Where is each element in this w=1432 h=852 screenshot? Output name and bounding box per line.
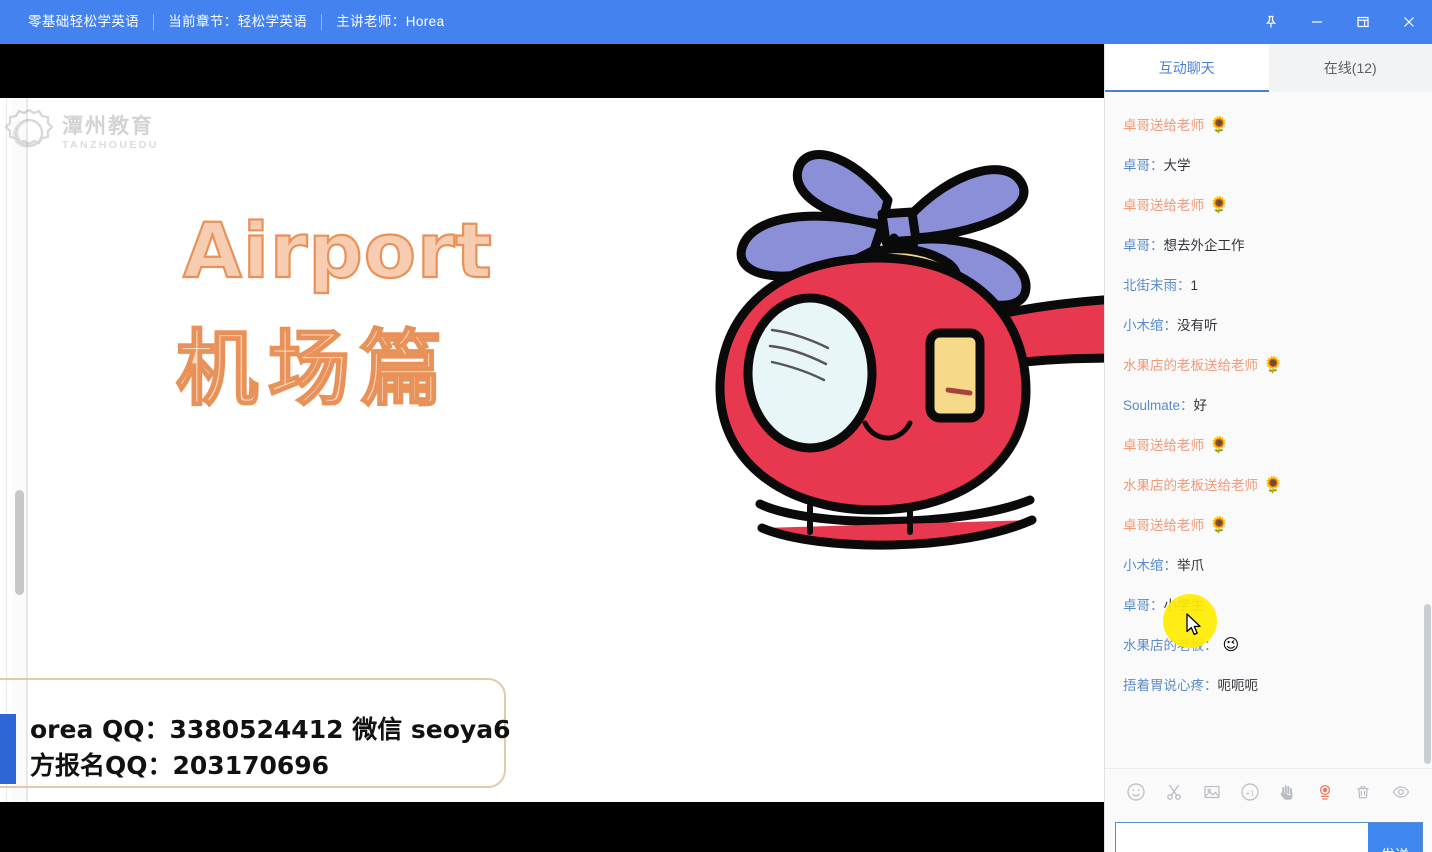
chat-message-emoji: 🌻 — [1263, 477, 1283, 494]
chat-message-text: 送给老师 — [1150, 197, 1204, 213]
trash-icon[interactable] — [1350, 779, 1376, 805]
pin-icon[interactable] — [1248, 0, 1294, 44]
chat-message: 卓哥 送给老师 🌻 — [1105, 426, 1432, 466]
chat-toolbar: +1 — [1105, 768, 1432, 814]
chat-message-text: 好 — [1193, 397, 1208, 413]
maximize-icon[interactable] — [1340, 0, 1386, 44]
slide-info-line-2: 方报名QQ：203170696 — [30, 751, 330, 780]
chat-message-emoji: 🌻 — [1263, 357, 1283, 374]
chat-message: 卓哥 送给老师 🌻 — [1105, 106, 1432, 146]
chat-message-sender[interactable]: 卓哥 — [1123, 197, 1150, 215]
chat-panel: 互动聊天 在线(12) 卓哥 送给老师 🌻 卓哥： 大学 卓哥 送给老师 🌻 卓哥： 想去外企… — [1104, 44, 1432, 852]
chat-message: 卓哥 送给老师 🌻 — [1105, 506, 1432, 546]
live-classroom-window: 零基础轻松学英语 当前章节：轻松学英语 主讲老师：Horea 潭州教育 TANZ… — [0, 0, 1432, 852]
chat-message-emoji: 🌻 — [1209, 437, 1229, 454]
chat-message: 卓哥 送给老师 🌻 — [1105, 186, 1432, 226]
chat-message: 水果店的老板 送给老师 🌻 — [1105, 466, 1432, 506]
plus-one-icon[interactable]: +1 — [1237, 779, 1263, 805]
chat-message: 小木绾： 举爪 — [1105, 546, 1432, 586]
slide-title-chinese: 机场篇 — [175, 323, 453, 416]
chat-message-text: 大学 — [1163, 157, 1191, 173]
slide-info-line-1: orea QQ：3380524412 微信 seoya6 — [30, 715, 511, 744]
chat-message-sender[interactable]: 捂着胃说心疼： — [1123, 677, 1218, 695]
title-bar: 零基础轻松学英语 当前章节：轻松学英语 主讲老师：Horea — [0, 0, 1432, 44]
chat-message-text: 呃呃呃 — [1217, 677, 1259, 693]
helicopter-illustration — [660, 108, 1104, 568]
chat-message-sender[interactable]: 北街末雨： — [1123, 277, 1191, 295]
scissors-icon[interactable] — [1161, 779, 1187, 805]
chat-message: 水果店的老板 送给老师 🌻 — [1105, 346, 1432, 386]
chat-message-text: 1 — [1190, 277, 1199, 293]
raise-hand-icon[interactable] — [1274, 779, 1300, 805]
chat-message-emoji: 🌻 — [1209, 197, 1229, 214]
tab-online-users[interactable]: 在线(12) — [1269, 44, 1432, 92]
chat-message-sender[interactable]: 卓哥 — [1123, 517, 1150, 535]
current-chapter: 当前章节：轻松学英语 — [168, 14, 308, 29]
chat-message: 小木绾： 没有听 — [1105, 306, 1432, 346]
chat-message-sender[interactable]: 小木绾： — [1123, 317, 1177, 335]
gift-icon[interactable] — [1312, 779, 1338, 805]
chat-message-text: 送给老师 — [1150, 117, 1204, 133]
chat-message-sender[interactable]: 水果店的老板： — [1123, 637, 1218, 655]
watermark-text: 潭州教育 TANZHOUEDU — [62, 116, 159, 151]
chat-message: Soulmate：好 — [1105, 386, 1432, 426]
image-icon[interactable] — [1199, 779, 1225, 805]
video-stage[interactable]: 潭州教育 TANZHOUEDU Airport 机场篇 orea QQ：3380… — [0, 44, 1104, 852]
slide-info-accent — [0, 714, 16, 784]
chat-input-container: 发送 — [1115, 822, 1423, 852]
title-bar-info: 零基础轻松学英语 当前章节：轻松学英语 主讲老师：Horea — [0, 0, 458, 44]
teacher-name: 主讲老师：Horea — [336, 14, 445, 29]
chat-message-sender[interactable]: 卓哥 — [1123, 437, 1150, 455]
chat-message-sender[interactable]: 卓哥： — [1123, 157, 1164, 175]
chat-tabs: 互动聊天 在线(12) — [1105, 44, 1432, 92]
slide-scrollbar-thumb[interactable] — [15, 490, 24, 595]
chat-message: 卓哥： 大学 — [1105, 146, 1432, 186]
chat-message-emoji: 🌻 — [1209, 517, 1229, 534]
chat-message-sender[interactable]: 卓哥： — [1123, 597, 1164, 615]
emoji-icon[interactable] — [1123, 779, 1149, 805]
watermark: 潭州教育 TANZHOUEDU — [2, 104, 182, 162]
chat-message-text: 想去外企工作 — [1163, 237, 1245, 253]
chat-message: 北街末雨： 1 — [1105, 266, 1432, 306]
chat-input[interactable] — [1116, 823, 1368, 852]
send-button[interactable]: 发送 — [1368, 823, 1422, 852]
chat-message-text: 送给老师 — [1150, 517, 1204, 533]
watermark-en: TANZHOUEDU — [62, 138, 159, 151]
chat-message: 卓哥： 小学生 — [1105, 586, 1432, 626]
chat-message-sender[interactable]: 小木绾： — [1123, 557, 1177, 575]
slide-title-english: Airport — [182, 205, 493, 296]
chat-message: 卓哥： 想去外企工作 — [1105, 226, 1432, 266]
chat-message: 捂着胃说心疼： 呃呃呃 — [1105, 666, 1432, 706]
chat-message-list[interactable]: 卓哥 送给老师 🌻 卓哥： 大学 卓哥 送给老师 🌻 卓哥： 想去外企工作 北街末雨： 1 小木绾：… — [1105, 92, 1432, 768]
chat-message-text: 送给老师 — [1204, 357, 1258, 373]
chat-message-text: 送给老师 — [1150, 437, 1204, 453]
tab-interactive-chat-label: 互动聊天 — [1158, 60, 1215, 76]
chat-message-sender[interactable]: 水果店的老板 — [1123, 477, 1204, 495]
chat-message-emoji: 🌻 — [1209, 117, 1229, 134]
chat-message-sender[interactable]: 卓哥： — [1123, 237, 1164, 255]
close-icon[interactable] — [1386, 0, 1432, 44]
chat-message: 水果店的老板： 😉 — [1105, 626, 1432, 666]
chat-message-sender[interactable]: 卓哥 — [1123, 117, 1150, 135]
course-title: 零基础轻松学英语 — [28, 14, 140, 29]
watermark-logo-icon — [2, 106, 56, 160]
tab-online-users-label: 在线(12) — [1323, 60, 1377, 76]
tab-interactive-chat[interactable]: 互动聊天 — [1105, 44, 1269, 92]
chat-message-text: 没有听 — [1177, 317, 1218, 333]
window-controls — [1248, 0, 1432, 44]
eye-icon[interactable] — [1388, 779, 1414, 805]
chat-message-text: 送给老师 — [1204, 477, 1258, 493]
chat-message-emoji: 😉 — [1222, 637, 1240, 654]
chat-message-sender[interactable]: Soulmate： — [1123, 397, 1194, 415]
minimize-icon[interactable] — [1294, 0, 1340, 44]
chat-message-text: 举爪 — [1177, 557, 1204, 573]
watermark-cn: 潭州教育 — [62, 114, 154, 138]
chat-message-text: 小学生 — [1163, 597, 1205, 613]
chat-message-sender[interactable]: 水果店的老板 — [1123, 357, 1204, 375]
slide-content: 潭州教育 TANZHOUEDU Airport 机场篇 orea QQ：3380… — [0, 98, 1104, 802]
chat-scrollbar-thumb[interactable] — [1424, 604, 1431, 764]
svg-text:+1: +1 — [1245, 788, 1253, 797]
